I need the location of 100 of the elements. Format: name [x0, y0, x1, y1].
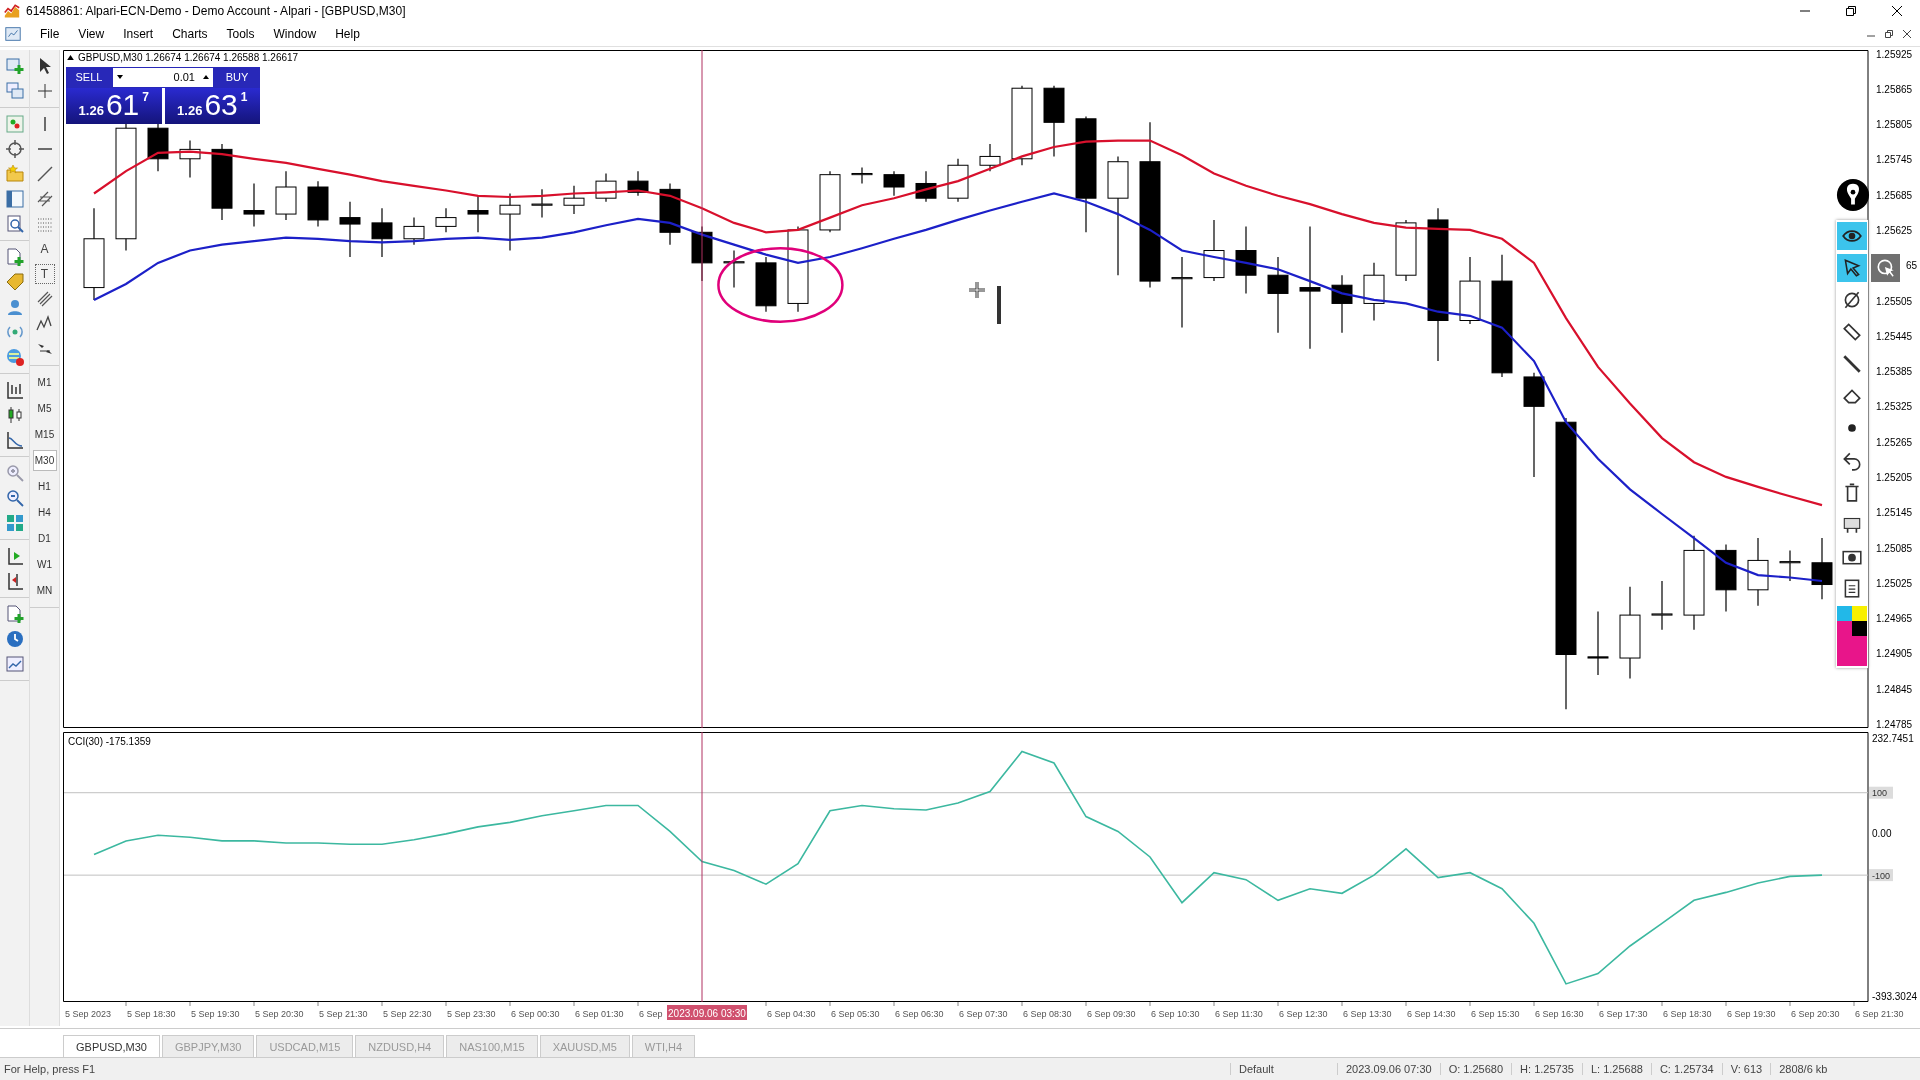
candle	[371, 207, 393, 258]
chart-header: GBPUSD,M30 1.26674 1.26674 1.26588 1.26617	[78, 51, 299, 63]
status-text: C: 1.25734	[1650, 1063, 1722, 1076]
candle	[851, 166, 873, 184]
time-label: 6 Sep 13:30	[1343, 1008, 1392, 1019]
price-label: 1.25925	[1876, 49, 1913, 60]
candle	[435, 207, 457, 233]
candle	[1459, 256, 1481, 325]
chart-tab[interactable]: GBPUSD,M30	[63, 1035, 160, 1058]
time-label: 6 Sep 05:30	[831, 1008, 880, 1019]
indicator-scale-label: -393.3024	[1872, 990, 1918, 1002]
candle	[1587, 610, 1609, 676]
restore-icon	[1885, 29, 1893, 38]
price-label: 1.25445	[1876, 330, 1913, 342]
time-label: 6 Sep 14:30	[1407, 1008, 1456, 1019]
indicator-header: CCI(30) -175.1359	[68, 735, 151, 747]
candle	[915, 170, 937, 203]
candle	[531, 188, 553, 219]
candle	[883, 170, 905, 197]
text-tool-button[interactable]: A	[34, 238, 55, 259]
price-label: 1.25625	[1876, 224, 1913, 236]
candle	[1651, 580, 1673, 631]
price-label: 1.25145	[1876, 507, 1913, 519]
chart-dots-icon[interactable]	[4, 113, 25, 134]
price-label: 1.25325	[1876, 401, 1913, 413]
candle	[1747, 537, 1769, 607]
candle	[467, 195, 489, 233]
up-arrow-icon[interactable]	[202, 74, 210, 81]
price-label: 1.24785	[1876, 718, 1913, 728]
price-label: 1.25265	[1876, 436, 1913, 448]
timeframe-button[interactable]: MN	[32, 579, 57, 601]
buy-button[interactable]: BUY	[214, 66, 260, 88]
panel-icon[interactable]	[4, 188, 25, 209]
timeframe-button[interactable]: M15	[32, 423, 57, 445]
status-help-text: For Help, press F1	[3, 1063, 97, 1076]
windows-icon[interactable]	[4, 80, 25, 101]
candle	[755, 256, 777, 313]
time-label: 6 Sep 15:30	[1471, 1008, 1520, 1019]
indicator-scale-label: 232.7451	[1872, 732, 1914, 744]
down-arrow-icon[interactable]	[116, 74, 124, 81]
time-label: 6 Sep 11:30	[1215, 1008, 1263, 1019]
folder-star-icon[interactable]	[4, 163, 25, 184]
candle	[1395, 219, 1417, 282]
grid-icon[interactable]	[4, 512, 25, 533]
target-icon[interactable]	[4, 138, 25, 159]
menu-item[interactable]: File	[32, 26, 71, 41]
sell-button[interactable]: SELL	[66, 66, 112, 88]
timeframe-button[interactable]: H4	[32, 501, 57, 523]
chart-window-icon[interactable]	[4, 24, 22, 43]
status-text: Default	[1230, 1063, 1337, 1076]
candle	[243, 182, 265, 227]
candle	[1715, 543, 1737, 613]
globe-icon[interactable]	[4, 346, 25, 367]
chart-plus-icon[interactable]	[4, 55, 25, 76]
candle	[1331, 274, 1353, 334]
time-label: 6 Sep 16:30	[1535, 1008, 1584, 1019]
price-label: 1.25385	[1876, 366, 1913, 378]
eye-button[interactable]	[1837, 221, 1867, 250]
line-chart-icon[interactable]	[4, 429, 25, 450]
level-label: -100	[1869, 869, 1893, 882]
timeframe-button[interactable]: H1	[32, 475, 57, 497]
document-plus-icon[interactable]	[4, 603, 25, 624]
time-label: 6 Sep	[639, 1008, 663, 1019]
cursor-button[interactable]	[1837, 253, 1867, 282]
candle	[723, 249, 745, 289]
timeframe-button[interactable]: W1	[32, 553, 57, 575]
collapse-arrow-icon[interactable]	[67, 54, 74, 60]
magnifier-doc-icon[interactable]	[4, 213, 25, 234]
text-tool-button[interactable]: T	[34, 263, 55, 284]
tag-icon[interactable]	[4, 271, 25, 292]
timeframe-button[interactable]: M5	[32, 397, 57, 419]
status-text: 2023.09.06 07:30	[1337, 1063, 1440, 1076]
candle	[1203, 219, 1225, 282]
candle	[627, 170, 649, 197]
cursor-select-button[interactable]	[1871, 253, 1900, 282]
price-label: 1.25685	[1876, 189, 1913, 201]
menu-item[interactable]: Tools	[218, 26, 266, 41]
clock-icon[interactable]	[4, 628, 25, 649]
menu-item[interactable]: Insert	[115, 26, 165, 41]
y-tick-label: 100	[1872, 788, 1888, 799]
timeframe-button[interactable]: M1	[32, 371, 57, 393]
menu-item[interactable]: Charts	[164, 26, 219, 41]
pen-nib-icon[interactable]	[1836, 177, 1870, 212]
zoom-out-icon[interactable]	[4, 487, 25, 508]
lot-field[interactable]: 0.01	[112, 66, 214, 88]
time-label: 6 Sep 01:30	[575, 1008, 624, 1019]
menu-item[interactable]: Window	[265, 26, 328, 41]
candle	[1779, 549, 1801, 582]
time-label: 5 Sep 20:30	[255, 1008, 304, 1019]
color-palette-icon[interactable]	[1837, 605, 1867, 666]
menu-item[interactable]: Help	[327, 26, 371, 41]
price-label: 65	[1905, 260, 1917, 272]
menu-item[interactable]: View	[70, 26, 116, 41]
window-chart-icon[interactable]	[4, 653, 25, 674]
timeframe-button[interactable]: D1	[32, 527, 57, 549]
bar-chart-icon[interactable]	[4, 379, 25, 400]
timeframe-button[interactable]: M30	[32, 449, 57, 471]
candle	[595, 172, 617, 203]
document-plus-icon[interactable]	[4, 246, 25, 267]
time-label: 6 Sep 07:30	[959, 1008, 1008, 1019]
